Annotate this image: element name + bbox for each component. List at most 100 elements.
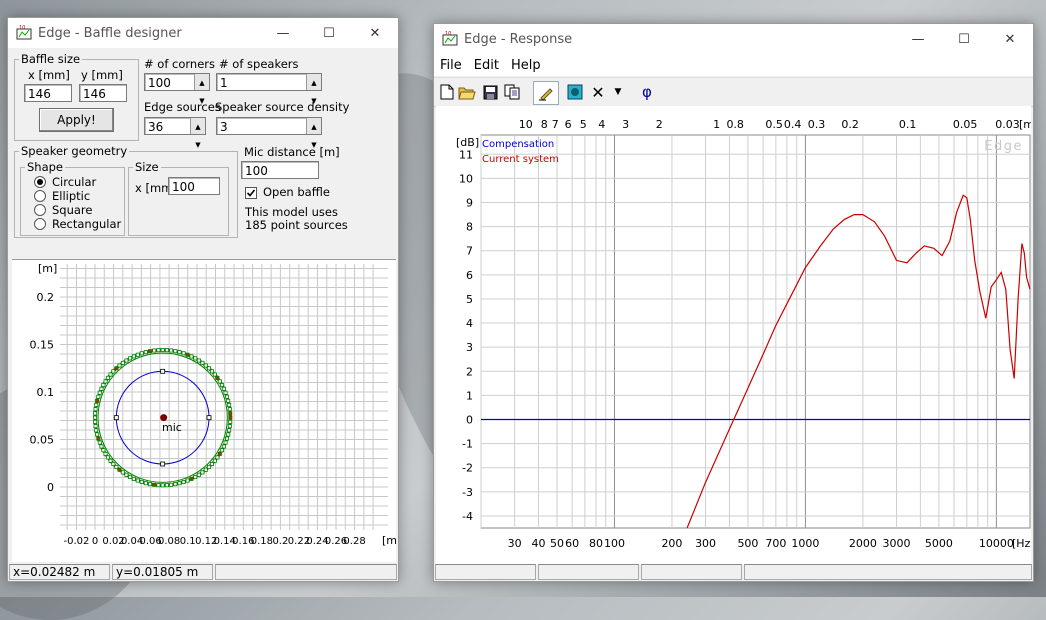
minimize-button[interactable]: — bbox=[260, 18, 306, 48]
edge-source-point bbox=[219, 383, 224, 388]
speaker-icon[interactable] bbox=[565, 82, 585, 102]
open-baffle-checkbox[interactable]: Open baffle bbox=[245, 185, 330, 199]
speaker-geometry-label: Speaker geometry bbox=[19, 144, 130, 158]
top-tick-label: 1 bbox=[713, 118, 720, 131]
edge-source-point bbox=[135, 478, 140, 483]
model-info-line1: This model uses bbox=[245, 205, 338, 219]
checkbox-box[interactable] bbox=[245, 186, 257, 199]
window-title: Edge - Response bbox=[464, 31, 573, 47]
edge-watermark: Edge bbox=[984, 139, 1023, 154]
edge-source-point bbox=[173, 482, 178, 487]
radio-rectangular[interactable]: Rectangular bbox=[34, 217, 121, 231]
baffle-y-input[interactable]: 146 bbox=[79, 84, 127, 102]
edge-source-point bbox=[131, 354, 136, 359]
baffle-titlebar[interactable]: 10 Edge - Baffle designer — ☐ ✕ bbox=[8, 18, 398, 48]
radio-dot[interactable] bbox=[34, 190, 46, 202]
top-tick-label: 0.05 bbox=[953, 118, 978, 131]
top-tick-label: 0.3 bbox=[808, 118, 826, 131]
response-chart-svg[interactable]: 10 8 7 6 5 4 3 2 1 0.8 0.5 0.4 0.3 0.2 0.1 0.05 0.03 111… bbox=[436, 106, 1038, 565]
edge-source-point bbox=[226, 432, 231, 437]
delete-icon[interactable]: ✕ bbox=[588, 82, 608, 102]
apply-button[interactable]: Apply! bbox=[39, 108, 114, 132]
speaker-density-label: Speaker source density bbox=[215, 100, 350, 114]
edge-sources-spinner[interactable]: ▲ ▼ bbox=[190, 118, 205, 149]
minimize-button[interactable]: — bbox=[895, 24, 941, 54]
speaker-density-value: 3 bbox=[220, 120, 228, 134]
edge-source-point bbox=[103, 451, 108, 456]
speaker-density-input[interactable]: 3 ▲ ▼ bbox=[216, 117, 322, 149]
edge-source-point bbox=[227, 402, 232, 407]
y-tick-label: 7 bbox=[466, 245, 473, 258]
response-chart[interactable]: 10 8 7 6 5 4 3 2 1 0.8 0.5 0.4 0.3 0.2 0.1 0.05 0.03 11 1… bbox=[436, 106, 1038, 565]
x-tick-label: 80 bbox=[589, 537, 603, 550]
edge-source-point bbox=[228, 411, 233, 416]
edge-source-point bbox=[94, 428, 99, 433]
speakers-spinner[interactable]: ▲ ▼ bbox=[306, 74, 321, 105]
open-folder-icon[interactable] bbox=[457, 82, 477, 102]
baffle-plot[interactable]: [m] [m] 0.20.150.10.050-0.0200.020.040.0… bbox=[12, 259, 402, 562]
radio-dot[interactable] bbox=[34, 204, 46, 216]
edge-source-point bbox=[97, 390, 102, 395]
top-tick-label: 0.03 bbox=[995, 118, 1020, 131]
series-line-current-system bbox=[686, 194, 1031, 529]
dropdown-arrow-icon[interactable]: ▼ bbox=[608, 82, 628, 102]
edge-source-point bbox=[225, 436, 230, 441]
save-icon[interactable] bbox=[480, 82, 500, 102]
edge-source-point bbox=[108, 458, 113, 463]
edge-source-point bbox=[164, 483, 169, 488]
radio-square[interactable]: Square bbox=[34, 203, 93, 217]
x-tick-label: 0.08 bbox=[158, 536, 180, 547]
top-tick-label: 5 bbox=[580, 118, 587, 131]
baffle-statusbar: x=0.02482 m y=0.01805 m bbox=[8, 563, 398, 581]
response-titlebar[interactable]: 10 Edge - Response — ☐ ✕ bbox=[434, 24, 1033, 54]
x-tick-label: 300 bbox=[695, 537, 716, 550]
close-button[interactable]: ✕ bbox=[987, 24, 1033, 54]
response-window: 10 Edge - Response — ☐ ✕ File Edit Help … bbox=[433, 23, 1038, 582]
menu-edit[interactable]: Edit bbox=[474, 58, 499, 73]
status-cell bbox=[538, 564, 639, 580]
menu-help[interactable]: Help bbox=[511, 58, 541, 73]
y-tick-label: -2 bbox=[462, 462, 473, 475]
edge-source-point bbox=[152, 482, 157, 487]
edge-source-point bbox=[206, 464, 211, 469]
maximize-button[interactable]: ☐ bbox=[306, 18, 352, 48]
radio-elliptic-label: Elliptic bbox=[52, 189, 91, 203]
menu-file[interactable]: File bbox=[440, 58, 462, 73]
phase-icon[interactable]: φ bbox=[637, 82, 657, 102]
edge-source-point bbox=[210, 369, 215, 374]
pencil-icon[interactable] bbox=[533, 81, 559, 105]
edge-source-point bbox=[95, 398, 100, 403]
edge-sources-input[interactable]: 36 ▲ ▼ bbox=[144, 117, 206, 149]
y-tick-label: -3 bbox=[462, 486, 473, 499]
speaker-handle bbox=[160, 368, 166, 374]
top-tick-label: 2 bbox=[656, 118, 663, 131]
radio-rectangular-label: Rectangular bbox=[52, 217, 122, 231]
radio-circular[interactable]: Circular bbox=[34, 175, 96, 189]
corners-input[interactable]: 100 ▲ ▼ bbox=[144, 73, 210, 105]
close-button[interactable]: ✕ bbox=[352, 18, 398, 48]
edge-source-point bbox=[103, 379, 108, 384]
status-y: y=0.01805 m bbox=[112, 564, 213, 580]
radio-dot[interactable] bbox=[34, 176, 46, 188]
corners-spinner[interactable]: ▲ ▼ bbox=[194, 74, 209, 105]
edge-source-point bbox=[128, 356, 133, 361]
maximize-button[interactable]: ☐ bbox=[941, 24, 987, 54]
edge-source-point bbox=[219, 448, 224, 453]
edge-source-point bbox=[223, 440, 228, 445]
x-tick-label: 5000 bbox=[925, 537, 953, 550]
baffle-size-label: Baffle size bbox=[19, 52, 83, 66]
speaker-density-spinner[interactable]: ▲ ▼ bbox=[306, 118, 321, 149]
radio-dot[interactable] bbox=[34, 218, 46, 230]
mic-distance-input[interactable]: 100 bbox=[241, 161, 319, 179]
edge-source-point bbox=[189, 476, 194, 481]
copy-icon[interactable] bbox=[502, 82, 522, 102]
baffle-x-input[interactable]: 146 bbox=[24, 84, 72, 102]
radio-elliptic[interactable]: Elliptic bbox=[34, 189, 90, 203]
speaker-handle bbox=[160, 461, 166, 467]
edge-source-point bbox=[215, 455, 220, 460]
size-x-input[interactable]: 100 bbox=[168, 177, 220, 195]
y-tick-label: -4 bbox=[462, 510, 473, 523]
new-file-icon[interactable] bbox=[437, 82, 457, 102]
speakers-input[interactable]: 1 ▲ ▼ bbox=[216, 73, 322, 105]
baffle-plot-svg[interactable]: [m] [m] 0.20.150.10.050-0.0200.020.040.0… bbox=[12, 260, 402, 562]
